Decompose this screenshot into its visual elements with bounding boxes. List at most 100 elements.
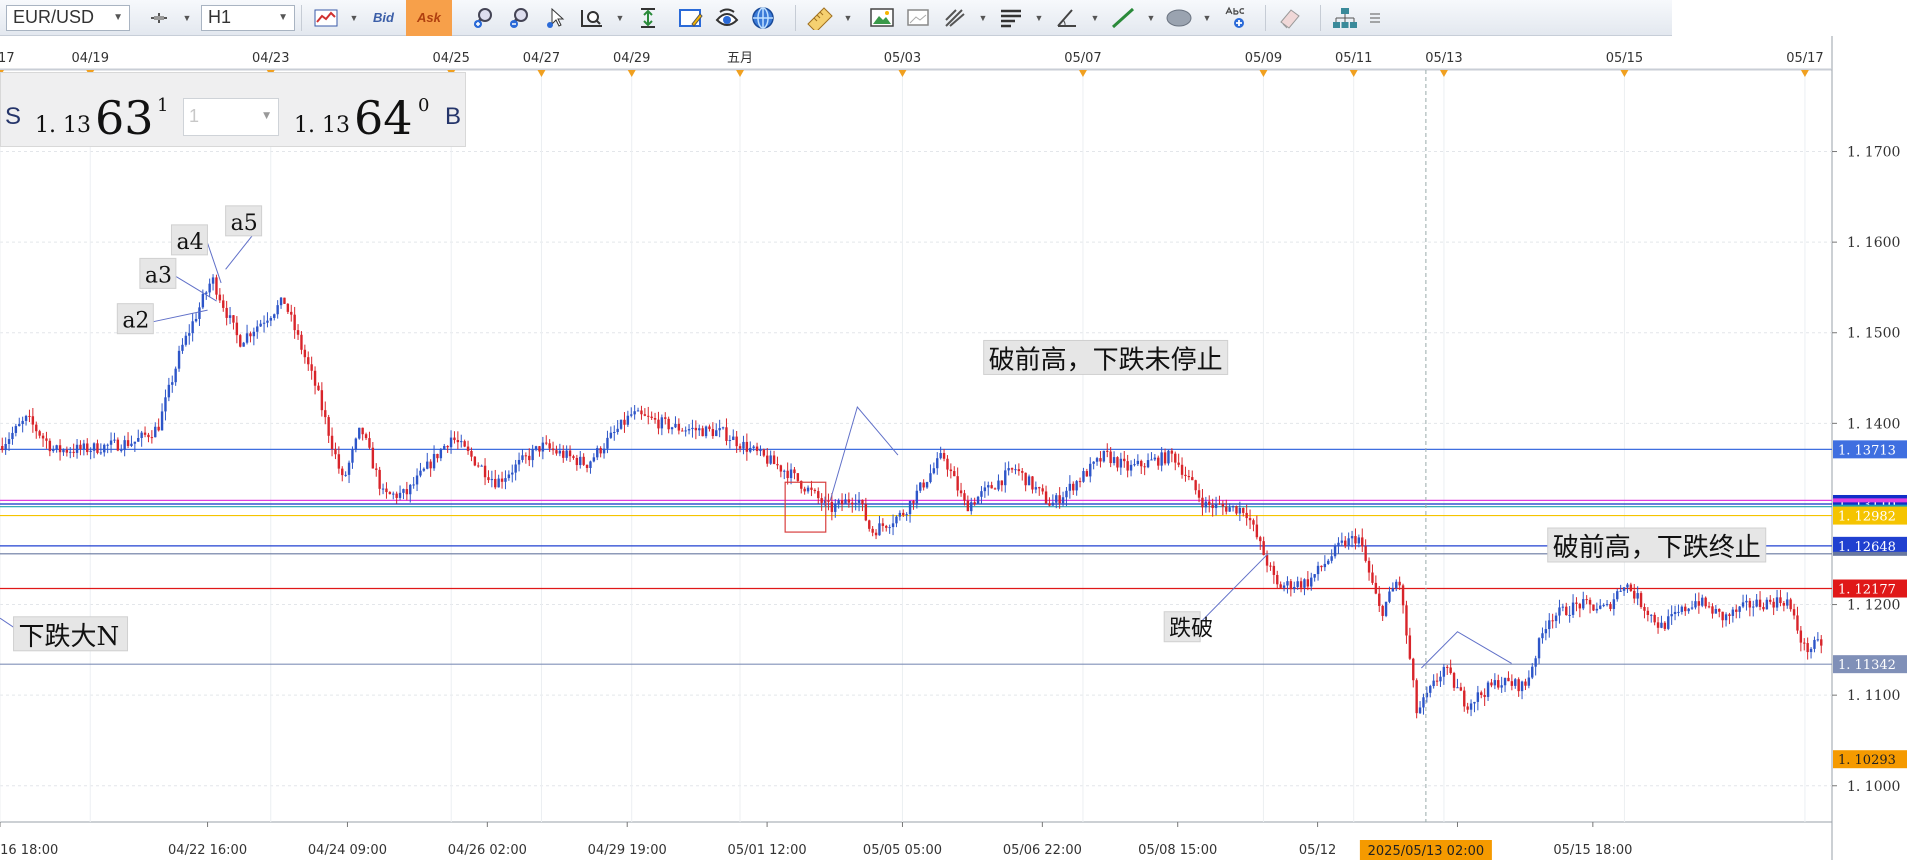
candle-body <box>1143 466 1146 468</box>
candle-body <box>351 449 354 463</box>
candle-body <box>1694 601 1697 608</box>
candle-body <box>997 480 1000 490</box>
candle-body <box>1337 542 1340 546</box>
candle-body <box>956 476 959 491</box>
candle-body <box>871 528 874 533</box>
cursor-tool-icon[interactable] <box>541 3 571 33</box>
candle-body <box>864 504 868 521</box>
candle-body <box>439 449 443 459</box>
candle-body <box>1449 667 1452 674</box>
candle-body <box>1408 635 1412 659</box>
chevron-down-icon[interactable]: ▼ <box>1032 3 1046 33</box>
ask-button[interactable]: Ask <box>405 0 452 36</box>
candle-body <box>1820 639 1823 646</box>
candle-body <box>1126 461 1129 471</box>
angle-tool-icon[interactable] <box>1052 3 1082 33</box>
crosshair-tool-icon[interactable] <box>144 3 174 33</box>
zoom-in-icon[interactable] <box>469 3 499 33</box>
sell-button[interactable]: S <box>5 103 21 131</box>
candle-body <box>990 485 993 489</box>
price-line-label: 1. 12177 <box>1838 583 1896 598</box>
candle-body <box>1639 593 1643 607</box>
buy-button[interactable]: B <box>445 103 461 131</box>
date-tick-label: 04/25 <box>432 51 469 66</box>
auto-scale-icon[interactable] <box>577 3 607 33</box>
fibonacci-icon[interactable] <box>940 3 970 33</box>
candle-body <box>276 305 279 315</box>
price-tick-label: 1. 1600 <box>1847 235 1900 251</box>
properties-icon[interactable] <box>676 3 706 33</box>
candle-body <box>1809 648 1813 653</box>
candle-body <box>541 442 545 452</box>
eraser-icon[interactable] <box>1275 3 1305 33</box>
candle-body <box>1653 614 1656 623</box>
candle-body <box>477 465 480 467</box>
candle-body <box>310 364 313 371</box>
candle-body <box>1755 599 1758 607</box>
chevron-down-icon[interactable]: ▼ <box>347 3 361 33</box>
candle-body <box>1769 599 1772 602</box>
candle-body <box>1537 638 1541 659</box>
candle-body <box>1531 666 1534 678</box>
candle-body <box>1303 579 1306 588</box>
candle-body <box>14 426 18 433</box>
time-tick-label: 05/01 12:00 <box>728 843 807 858</box>
chart-type-icon[interactable] <box>311 3 341 33</box>
candle-body <box>79 444 82 450</box>
time-tick-label: 04/22 16:00 <box>168 843 247 858</box>
zoom-out-icon[interactable] <box>505 3 535 33</box>
horizontal-line-tool-icon[interactable] <box>996 3 1026 33</box>
text-tool-icon[interactable] <box>1220 3 1250 33</box>
chevron-down-icon[interactable]: ▼ <box>976 3 990 33</box>
candle-body <box>1456 687 1459 689</box>
symbol-select[interactable]: EUR/USD ▼ <box>6 4 130 31</box>
chevron-down-icon[interactable]: ▼ <box>180 3 194 33</box>
candle-body <box>1772 601 1775 608</box>
candle-body <box>1014 469 1017 471</box>
trendline-tool-icon[interactable] <box>1108 3 1138 33</box>
chevron-down-icon[interactable]: ▼ <box>263 111 270 121</box>
time-tick-label: 05/15 18:00 <box>1553 843 1632 858</box>
candle-body <box>1160 452 1163 466</box>
scroll-to-end-icon[interactable] <box>633 3 663 33</box>
candle-body <box>708 426 711 430</box>
candle-body <box>1483 694 1486 697</box>
candle-body <box>1092 461 1095 464</box>
candle-body <box>1762 606 1765 610</box>
candle-body <box>157 426 160 431</box>
menu-icon[interactable] <box>1366 3 1384 33</box>
chevron-down-icon[interactable]: ▼ <box>841 3 855 33</box>
ruler-icon[interactable] <box>805 3 835 33</box>
picture-frame-icon[interactable] <box>904 3 934 33</box>
candle-body <box>1129 464 1133 471</box>
image-icon[interactable] <box>868 3 898 33</box>
lot-size-input[interactable]: 1 ▼ <box>183 98 279 136</box>
hierarchy-icon[interactable] <box>1330 3 1360 33</box>
chevron-down-icon[interactable]: ▼ <box>613 3 627 33</box>
chevron-down-icon[interactable]: ▼ <box>1088 3 1102 33</box>
date-tick-label: 04/23 <box>252 51 289 66</box>
candle-body <box>426 461 429 469</box>
candle-body <box>993 488 997 490</box>
ellipse-tool-icon[interactable] <box>1164 3 1194 33</box>
candle-body <box>915 490 919 504</box>
candle-body <box>364 434 368 439</box>
eye-icon[interactable] <box>712 3 742 33</box>
candle-body <box>987 485 990 488</box>
candle-body <box>1534 658 1537 667</box>
candle-body <box>936 458 939 469</box>
bid-button[interactable]: Bid <box>367 3 400 33</box>
candle-body <box>599 448 602 454</box>
timeframe-select[interactable]: H1 ▼ <box>201 4 295 31</box>
candle-body <box>232 315 235 323</box>
chevron-down-icon[interactable]: ▼ <box>1200 3 1214 33</box>
candle-body <box>1422 697 1425 708</box>
candle-body <box>1517 679 1520 692</box>
globe-icon[interactable] <box>748 3 778 33</box>
candle-body <box>1738 606 1741 612</box>
candle-body <box>789 469 793 479</box>
chevron-down-icon[interactable]: ▼ <box>1144 3 1158 33</box>
price-tick-label: 1. 1200 <box>1847 598 1900 614</box>
candle-body <box>1051 502 1055 506</box>
candle-body <box>653 418 657 420</box>
